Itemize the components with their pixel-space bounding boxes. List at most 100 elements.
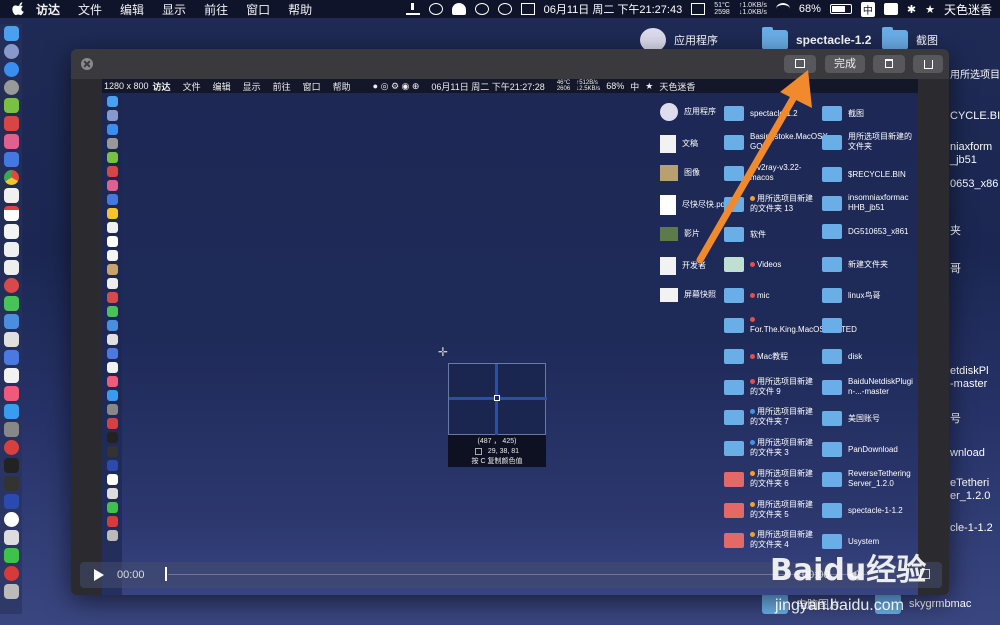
done-button[interactable]: 完成 <box>825 55 865 73</box>
desktop-spectacle[interactable]: spectacle-1.2 <box>762 27 871 50</box>
disk-icon[interactable] <box>3 134 19 149</box>
desktop-label-insomnia[interactable]: niaxform <box>950 141 992 153</box>
menu-view[interactable]: 显示 <box>162 1 186 18</box>
netease-icon[interactable] <box>3 566 19 581</box>
yandex-icon[interactable] <box>3 512 19 527</box>
menu-app-name[interactable]: 访达 <box>36 1 60 18</box>
desktop-label-recycle[interactable]: CYCLE.BIN <box>950 110 1000 122</box>
vivaldi-icon[interactable] <box>3 440 19 455</box>
document-icon[interactable] <box>3 224 19 239</box>
desktop-label-server[interactable]: er_1.2.0 <box>950 490 990 502</box>
inner-net-stat: ↑512B/s ↓2.5KB/s <box>576 80 600 92</box>
desktop-label-reverse[interactable]: eTetheri <box>950 477 989 489</box>
desktop-label-master[interactable]: -master <box>950 378 987 390</box>
launchpad-icon[interactable] <box>3 44 19 59</box>
playhead[interactable] <box>165 567 167 581</box>
share-button[interactable] <box>913 55 943 73</box>
s-app-icon[interactable] <box>883 3 898 15</box>
monitor-icon[interactable] <box>3 476 19 491</box>
grid-icon[interactable] <box>691 3 706 15</box>
music-icon[interactable] <box>3 386 19 401</box>
user-name[interactable]: 天色迷香 <box>944 1 992 18</box>
delete-button[interactable] <box>873 55 905 73</box>
file-icon[interactable] <box>3 530 19 545</box>
wechat-icon[interactable] <box>3 548 19 563</box>
inner-dock-doc-icon <box>106 250 118 261</box>
red-app-icon[interactable] <box>3 116 19 131</box>
compass-icon[interactable] <box>3 80 19 95</box>
desktop-label-dg[interactable]: 0653_x86 <box>950 178 998 190</box>
tag-dot-orange <box>750 532 755 537</box>
input-method-label[interactable]: 中 <box>860 1 875 17</box>
cloud-icon[interactable] <box>428 3 443 15</box>
globe-icon[interactable] <box>497 3 512 15</box>
inner-dock-disk-icon <box>106 180 118 191</box>
folder-icon <box>822 318 842 333</box>
inner-item: linux鸟哥 <box>822 288 918 303</box>
play-icon[interactable] <box>94 569 104 581</box>
cpu-rpm-value: 2598 <box>714 9 730 16</box>
inner-item: 用所选项目新建的文件夹 6 <box>724 469 820 489</box>
menu-edit[interactable]: 编辑 <box>120 1 144 18</box>
folder-icon <box>822 134 842 150</box>
appstore-icon[interactable] <box>3 404 19 419</box>
desktop-label-netdisk[interactable]: etdiskPl <box>950 365 989 377</box>
settings-icon[interactable] <box>3 422 19 437</box>
desktop-label: 截图 <box>916 35 938 47</box>
vpn-icon[interactable] <box>3 494 19 509</box>
trash-dock-icon[interactable] <box>3 584 19 599</box>
calendar-icon[interactable] <box>520 3 535 15</box>
notes-icon[interactable] <box>3 188 19 203</box>
desktop-label-new-folder[interactable]: 用所选项目新建 <box>950 66 1000 81</box>
message-icon[interactable] <box>3 296 19 311</box>
photos-icon[interactable] <box>3 242 19 257</box>
stats-icon[interactable] <box>3 368 19 383</box>
inner-dock-netease-icon <box>106 516 118 527</box>
desktop-label-linux[interactable]: 哥 <box>950 260 961 276</box>
battery-percent[interactable]: 68% <box>799 3 821 15</box>
ghost-icon[interactable] <box>451 3 466 15</box>
mail-icon[interactable] <box>3 314 19 329</box>
timeline-track[interactable] <box>168 574 868 575</box>
apple-logo-icon[interactable] <box>12 2 26 16</box>
blue-app-icon[interactable] <box>3 152 19 167</box>
inner-battery: 68% <box>606 81 625 91</box>
desktop-screenshots[interactable]: 截图 <box>882 27 938 50</box>
menu-file[interactable]: 文件 <box>78 1 102 18</box>
chrome-icon[interactable] <box>3 170 19 185</box>
folder-icon <box>822 411 842 426</box>
close-icon[interactable] <box>81 58 93 70</box>
desktop-label-spectacle2[interactable]: cle-1-1.2 <box>950 522 993 534</box>
battery-icon[interactable] <box>829 4 852 14</box>
terminal-icon[interactable] <box>3 458 19 473</box>
bluetooth-icon[interactable]: ✱ <box>907 3 916 16</box>
datetime-label[interactable]: 06月11日 周二 下午21:27:43 <box>544 1 683 17</box>
menu-window[interactable]: 窗口 <box>246 1 270 18</box>
text-icon[interactable] <box>3 260 19 275</box>
sheet-icon[interactable] <box>3 332 19 347</box>
inner-item: PanDownload <box>822 442 918 457</box>
tag-dot-red <box>750 379 755 384</box>
calendar-dock-icon[interactable] <box>3 206 19 221</box>
desktop-label-folder[interactable]: 夹 <box>950 222 961 238</box>
inner-item: 用所选项目新建的文件 9 <box>724 377 820 397</box>
desktop-label-jb51[interactable]: _jb51 <box>950 154 977 166</box>
inner-temp-stat: 46°C 2606 <box>557 80 570 92</box>
star-icon[interactable]: ★ <box>925 3 935 16</box>
inner-item-text: 用所选项目新建的文件夹 7 <box>750 407 813 426</box>
wifi-icon[interactable] <box>775 3 790 15</box>
scan-icon[interactable] <box>474 3 489 15</box>
finder-icon[interactable] <box>3 26 19 41</box>
desktop-label-pandownload[interactable]: wnload <box>950 447 985 459</box>
net-stat: ↑1.0KB/s ↓1.0KB/s <box>739 2 767 16</box>
download-icon[interactable] <box>405 3 420 15</box>
menu-help[interactable]: 帮助 <box>288 1 312 18</box>
android-icon[interactable] <box>3 98 19 113</box>
desktop-label-account[interactable]: 号 <box>950 410 961 426</box>
game-icon[interactable] <box>3 278 19 293</box>
menu-go[interactable]: 前往 <box>204 1 228 18</box>
safari-icon[interactable] <box>3 62 19 77</box>
keynote-icon[interactable] <box>3 350 19 365</box>
folder-icon <box>822 349 842 364</box>
inner-item-label: insomniaxformacHHB_jb51 <box>848 193 909 212</box>
